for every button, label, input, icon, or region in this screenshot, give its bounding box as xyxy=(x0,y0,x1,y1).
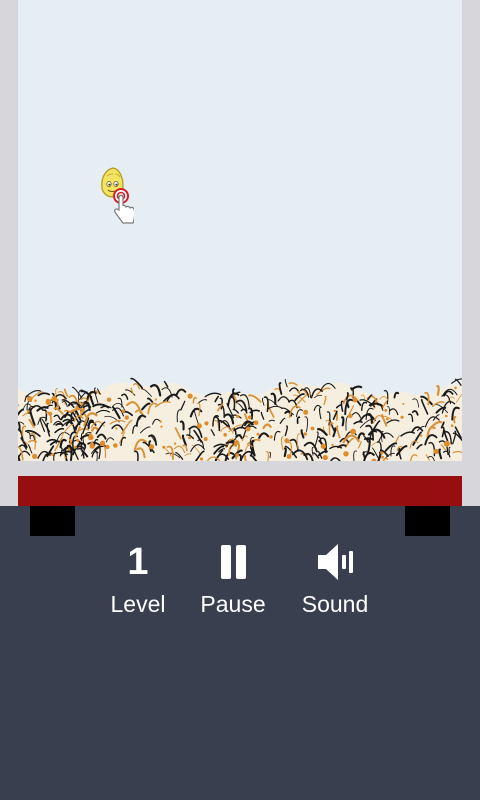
popcorn-pile xyxy=(18,377,462,461)
control-panel: 1 Level Pause Sound xyxy=(0,506,480,800)
sound-label: Sound xyxy=(301,591,369,617)
level-indicator: 1 Level xyxy=(88,540,188,616)
pause-button[interactable]: Pause xyxy=(183,540,283,616)
left-black-block xyxy=(30,506,75,536)
play-area[interactable] xyxy=(18,0,462,461)
level-label: Level xyxy=(110,591,166,617)
pause-label: Pause xyxy=(200,591,266,617)
kernel-with-tap-hand[interactable] xyxy=(94,166,134,228)
speaker-icon xyxy=(285,540,385,584)
sound-button[interactable]: Sound xyxy=(285,540,385,616)
pause-icon xyxy=(183,540,283,584)
playfield-floor xyxy=(0,461,480,476)
right-black-block xyxy=(405,506,450,536)
level-value: 1 xyxy=(127,541,149,583)
red-bar xyxy=(18,476,462,506)
